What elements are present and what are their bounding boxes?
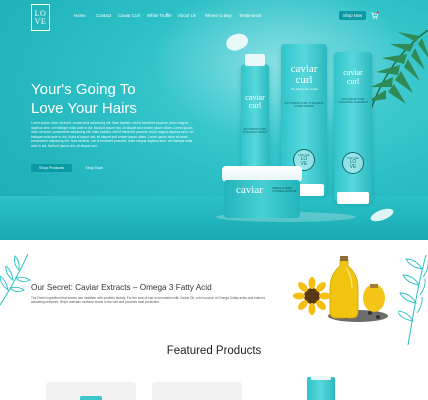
spray-brand-line-2: curl xyxy=(248,101,262,110)
shop-now-button[interactable]: Shop Now xyxy=(339,11,366,20)
shop-products-button[interactable]: Shop Products xyxy=(31,164,72,172)
secret-description: The Fresh Ingredient that leaves hair he… xyxy=(31,296,266,305)
spray-brand: caviar curl xyxy=(241,94,269,110)
hero-shop-now-link[interactable]: Shop Now xyxy=(78,164,110,172)
shampoo-cap xyxy=(337,192,369,204)
conditioner-brand: caviar curl xyxy=(281,64,327,86)
shampoo-brand-line-1: caviar xyxy=(343,68,363,77)
product-card-3-image[interactable] xyxy=(307,376,335,400)
conditioner-subtitle: The Diamonds of Hair xyxy=(290,87,318,91)
page: LO VE Home Contact Caviar Curl White Tru… xyxy=(0,0,428,400)
nav-caviar-curl[interactable]: Caviar Curl xyxy=(118,13,140,18)
jar-label: OMEGA 3 FRIZZ CONTROL MASQUE xyxy=(272,187,297,194)
spray-label: ANTI-FRIZZ CURL VITALIZING SPRAY xyxy=(242,127,268,135)
shampoo-brand: caviar curl xyxy=(334,68,372,86)
nav-white-truffle[interactable]: White Truffle xyxy=(147,13,172,18)
hero-title-line-1: Your's Going To xyxy=(31,81,136,98)
right-leaf-decoration xyxy=(398,255,428,345)
shampoo-love-badge: FOR THE LO VE xyxy=(342,152,364,174)
shampoo-brand-line-2: curl xyxy=(346,77,360,86)
conditioner-label: ANTI-FRIZZ CURL VITALIZING CONDITIONER xyxy=(284,101,324,109)
brand-logo[interactable]: LO VE xyxy=(31,4,50,31)
product-card-3-cap xyxy=(311,376,331,380)
shampoo-badge-line-3: VE xyxy=(349,163,357,170)
shampoo-label: ANTI-FRIZZ CURL VITALIZING SHAMPOO xyxy=(337,97,369,105)
logo-line-2: VE xyxy=(34,16,47,26)
hero-section: LO VE Home Contact Caviar Curl White Tru… xyxy=(0,0,428,240)
product-card-1[interactable] xyxy=(46,382,136,400)
nav-testimonial[interactable]: Testimonial xyxy=(239,13,261,18)
hero-description: Lorem ipsum dolor sit amet, consectetur … xyxy=(31,121,194,148)
nav-home[interactable]: Home xyxy=(74,13,86,18)
left-leaf-decoration xyxy=(0,253,31,306)
oil-sunflower-illustration xyxy=(293,256,388,322)
cart-icon[interactable] xyxy=(370,11,379,20)
product-card-2[interactable] xyxy=(152,382,242,400)
shampoo-tube: caviar curl ANTI-FRIZZ CURL VITALIZING S… xyxy=(334,52,372,204)
spray-bottle: caviar curl ANTI-FRIZZ CURL VITALIZING S… xyxy=(241,54,269,170)
masque-jar: caviar OMEGA 3 FRIZZ CONTROL MASQUE xyxy=(222,166,302,218)
spray-cap xyxy=(245,54,265,66)
secret-title: Our Secret: Caviar Extracts – Omega 3 Fa… xyxy=(31,283,212,292)
hero-title-line-2: Love Your Hairs xyxy=(31,100,137,117)
hero-title: Your's Going To Love Your Hairs xyxy=(31,80,137,118)
nav-where-to-buy[interactable]: Where to Buy xyxy=(205,13,232,18)
product-card-1-image xyxy=(80,396,102,400)
jar-brand: caviar xyxy=(236,184,263,196)
featured-products-title: Featured Products xyxy=(166,345,262,357)
nav-about-us[interactable]: About Us xyxy=(178,13,196,18)
conditioner-brand-line-2: curl xyxy=(295,74,313,86)
nav-contact[interactable]: Contact xyxy=(96,13,111,18)
